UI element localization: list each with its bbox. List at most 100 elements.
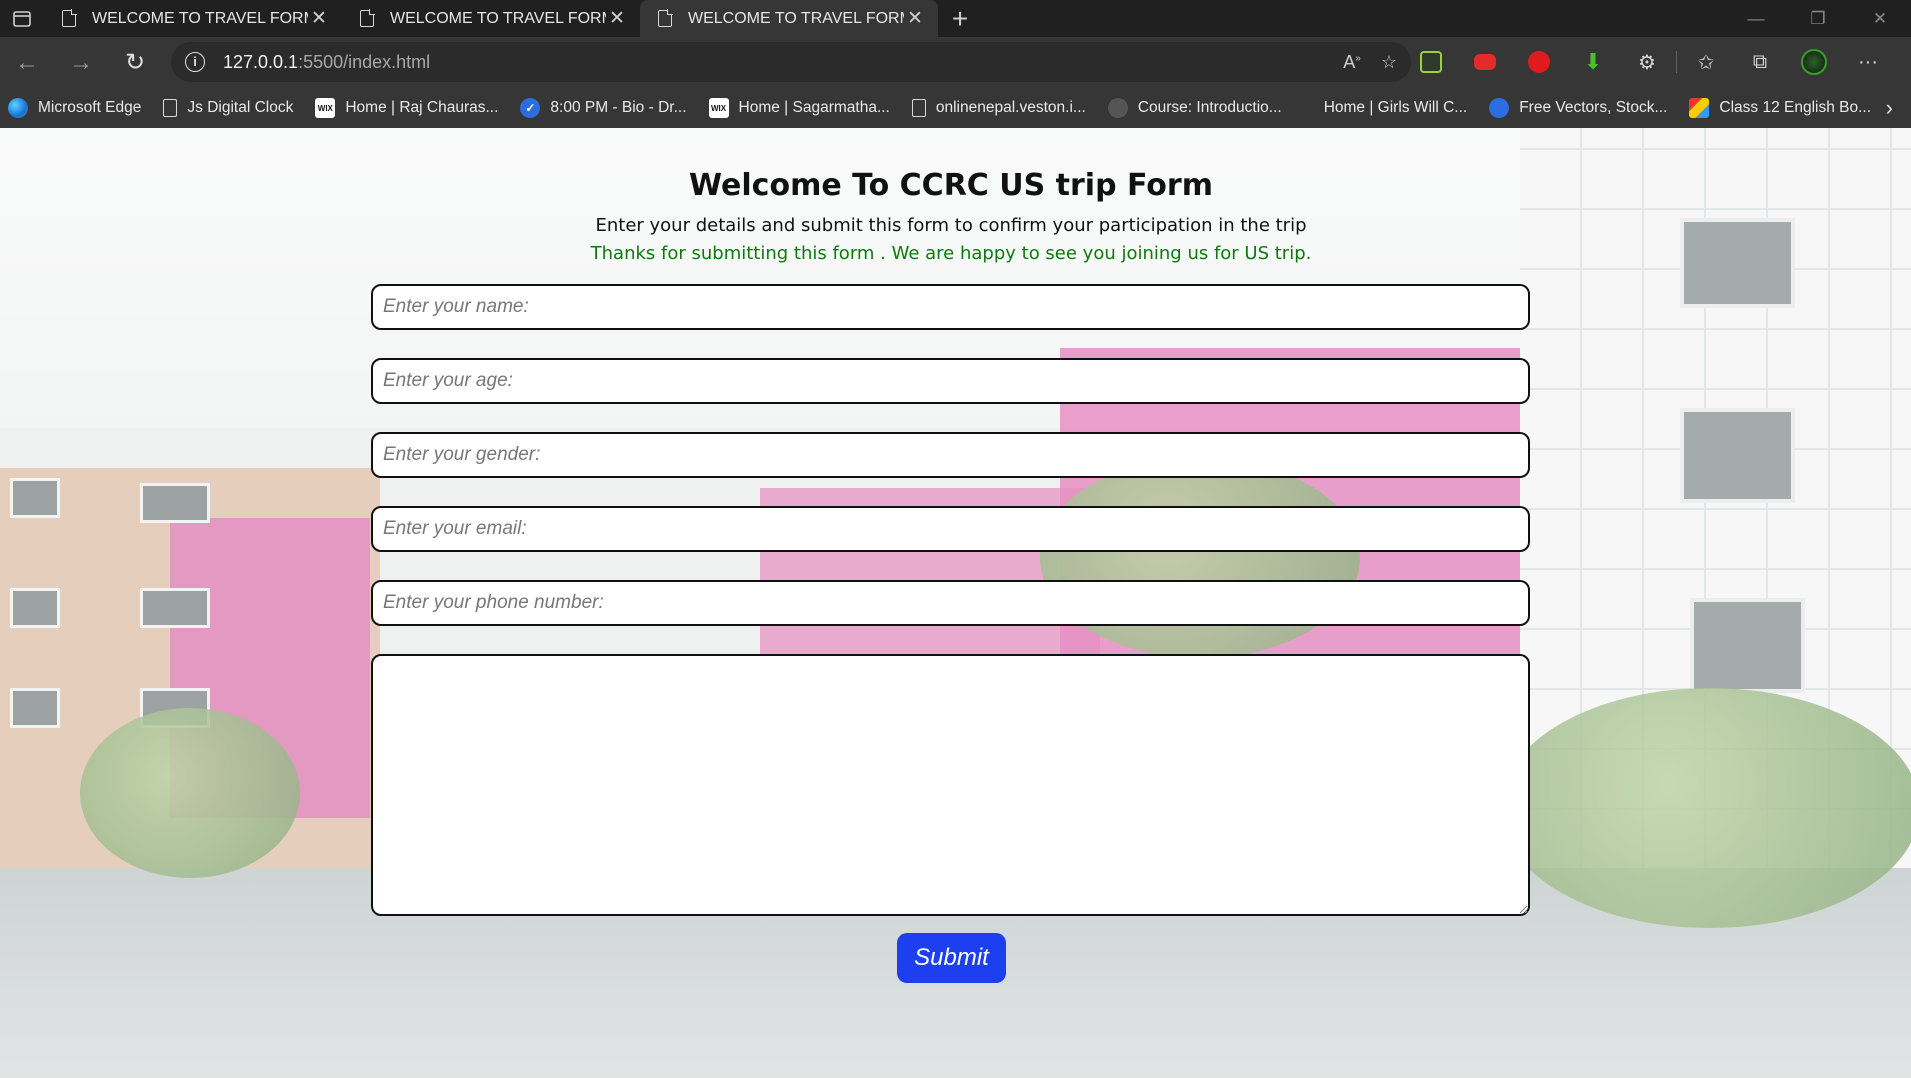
name-input[interactable]: [371, 284, 1530, 330]
course-icon: [1107, 98, 1128, 118]
bookmark-item[interactable]: Microsoft Edge: [8, 98, 141, 118]
page-title: Welcome To CCRC US trip Form: [689, 168, 1213, 203]
bookmark-item[interactable]: Course: Introductio...: [1107, 98, 1282, 118]
bookmark-label: Home | Sagarmatha...: [738, 99, 890, 116]
browser-tab-3-active[interactable]: WELCOME TO TRAVEL FORM ✕: [640, 0, 938, 37]
address-bar[interactable]: i 127.0.0.1:5500/index.html A» ☆: [171, 42, 1411, 82]
extension-1-button[interactable]: [1404, 42, 1458, 82]
settings-more-button[interactable]: ···: [1841, 42, 1895, 82]
favorites-icon: ✩: [1697, 51, 1715, 74]
tab-title: WELCOME TO TRAVEL FORM: [688, 9, 904, 27]
wix-icon: WIX: [708, 98, 729, 118]
page-icon: [62, 9, 77, 27]
browser-tab-1[interactable]: WELCOME TO TRAVEL FORM ✕: [44, 0, 342, 37]
read-aloud-icon[interactable]: A»: [1343, 52, 1361, 73]
bookmark-label: Microsoft Edge: [38, 99, 142, 116]
toolbar-separator: [1676, 51, 1677, 73]
forward-button[interactable]: →: [54, 43, 108, 83]
bookmark-item[interactable]: Free Vectors, Stock...: [1489, 98, 1667, 118]
arrow-left-icon: ←: [15, 48, 39, 76]
tab-close-icon[interactable]: ✕: [308, 8, 330, 30]
puzzle-icon: ⚙: [1638, 51, 1656, 74]
bookmarks-overflow-button[interactable]: ›: [1886, 88, 1893, 128]
bookmark-item[interactable]: Home | Girls Will C...: [1324, 99, 1468, 117]
refresh-button[interactable]: ↻: [108, 43, 162, 83]
extension-adblock-button[interactable]: [1512, 42, 1566, 82]
minimize-button[interactable]: —: [1725, 0, 1787, 37]
close-icon: ✕: [1872, 8, 1888, 28]
wix-icon: WIX: [315, 98, 336, 118]
minimize-icon: —: [1747, 8, 1765, 28]
bookmark-label: Js Digital Clock: [187, 99, 294, 116]
edge-icon: [8, 98, 28, 118]
stop-hand-icon: [1528, 51, 1550, 73]
bookmark-item[interactable]: Class 12 English Bo...: [1689, 98, 1871, 118]
tab-title: WELCOME TO TRAVEL FORM: [390, 9, 606, 27]
url-host: 127.0.0.1: [223, 51, 299, 72]
favorites-button[interactable]: ✩: [1679, 42, 1733, 82]
more-dots-icon: ···: [1858, 50, 1878, 73]
restore-icon: ❐: [1810, 8, 1826, 28]
restore-button[interactable]: ❐: [1787, 0, 1849, 37]
message-textarea[interactable]: [371, 654, 1530, 916]
download-arrow-icon: ⬇: [1583, 49, 1603, 74]
browser-toolbar: ← → ↻ i 127.0.0.1:5500/index.html A» ☆ ⬇…: [0, 37, 1911, 88]
tab-close-icon[interactable]: ✕: [904, 8, 926, 30]
class-icon: [1689, 98, 1710, 118]
form-instructions: Enter your details and submit this form …: [595, 215, 1307, 236]
window-controls: — ❐ ✕: [1725, 0, 1911, 37]
back-button[interactable]: ←: [0, 43, 54, 83]
extensions-area: ⬇ ⚙ ✩ ⧉ ···: [1404, 42, 1895, 82]
arrow-right-icon: →: [69, 48, 93, 76]
globe-icon: [1489, 98, 1510, 118]
bookmark-label: 8:00 PM - Bio - Dr...: [550, 99, 687, 116]
bookmark-item[interactable]: onlinenepal.veston.i...: [911, 99, 1086, 117]
bookmark-label: Course: Introductio...: [1137, 99, 1282, 116]
address-bar-actions: A» ☆: [1343, 42, 1397, 82]
profile-button[interactable]: [1787, 42, 1841, 82]
bookmark-item[interactable]: ✓ 8:00 PM - Bio - Dr...: [520, 98, 687, 118]
new-tab-button[interactable]: +: [938, 0, 982, 37]
bookmark-item[interactable]: WIX Home | Raj Chauras...: [315, 98, 498, 118]
youtube-icon: [1474, 54, 1496, 70]
page-icon: [163, 99, 178, 117]
chevron-right-icon: ›: [1885, 95, 1893, 120]
add-favorite-icon[interactable]: ☆: [1381, 52, 1397, 73]
tab-actions-button[interactable]: [0, 0, 44, 37]
page-icon: [360, 9, 375, 27]
extension-1-icon: [1420, 51, 1442, 73]
phone-input[interactable]: [371, 580, 1530, 626]
age-input[interactable]: [371, 358, 1530, 404]
bookmark-label: Home | Raj Chauras...: [345, 99, 499, 116]
url-path: :5500/index.html: [298, 51, 431, 72]
bookmark-item[interactable]: WIX Home | Sagarmatha...: [708, 98, 890, 118]
gender-input[interactable]: [371, 432, 1530, 478]
close-window-button[interactable]: ✕: [1849, 0, 1911, 37]
submit-button[interactable]: Submit: [897, 933, 1006, 983]
tab-strip: WELCOME TO TRAVEL FORM ✕ WELCOME TO TRAV…: [0, 0, 1911, 37]
check-icon: ✓: [520, 98, 541, 118]
bookmark-item[interactable]: Js Digital Clock: [163, 99, 293, 117]
tab-close-icon[interactable]: ✕: [606, 8, 628, 30]
browser-tab-2[interactable]: WELCOME TO TRAVEL FORM ✕: [342, 0, 640, 37]
refresh-icon: ↻: [124, 49, 146, 76]
bookmark-label: Class 12 English Bo...: [1719, 99, 1872, 116]
bookmark-label: Home | Girls Will C...: [1323, 99, 1468, 116]
bookmark-label: onlinenepal.veston.i...: [935, 99, 1086, 116]
page-icon: [658, 9, 673, 27]
submission-success-message: Thanks for submitting this form . We are…: [590, 243, 1312, 264]
bookmarks-bar: Microsoft Edge Js Digital Clock WIX Home …: [0, 88, 1911, 128]
extension-youtube-button[interactable]: [1458, 42, 1512, 82]
plus-icon: +: [951, 2, 969, 34]
bookmark-label: Free Vectors, Stock...: [1519, 99, 1668, 116]
avatar: [1801, 49, 1827, 75]
tab-actions-icon: [13, 10, 31, 27]
page-icon: [911, 99, 926, 117]
info-icon[interactable]: i: [185, 52, 205, 72]
extensions-button[interactable]: ⚙: [1620, 42, 1674, 82]
email-input[interactable]: [371, 506, 1530, 552]
collections-icon: ⧉: [1752, 50, 1768, 73]
collections-button[interactable]: ⧉: [1733, 42, 1787, 82]
tab-title: WELCOME TO TRAVEL FORM: [92, 9, 308, 27]
extension-download-button[interactable]: ⬇: [1566, 42, 1620, 82]
